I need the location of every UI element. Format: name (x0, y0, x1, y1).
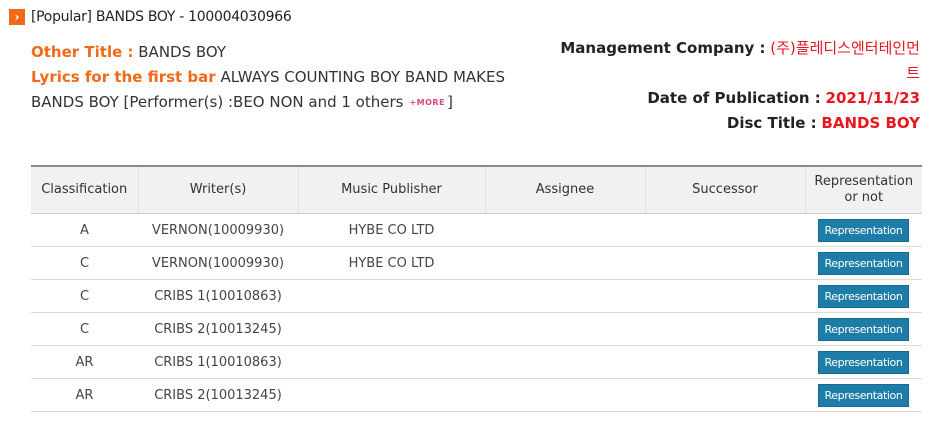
cell-classification: AR (31, 345, 138, 379)
cell-classification: C (31, 279, 138, 313)
cell-publisher (298, 312, 485, 346)
cell-publisher: HYBE CO LTD (298, 213, 485, 247)
header-publisher: Music Publisher (297, 165, 485, 214)
song-info: Other Title : BANDS BOY Lyrics for the f… (31, 40, 536, 115)
cell-representation: Representation (805, 246, 922, 280)
cell-writer: VERNON(10009930) (138, 213, 298, 247)
representation-button[interactable]: Representation (817, 251, 910, 275)
header-assignee: Assignee (484, 165, 645, 214)
cell-successor (645, 213, 805, 247)
more-link[interactable]: +MORE (409, 98, 445, 107)
cell-publisher (298, 279, 485, 313)
table-header-row: Classification Writer(s) Music Publisher… (31, 165, 922, 214)
lyrics-label: Lyrics for the first bar (31, 68, 216, 86)
header-classification: Classification (31, 165, 138, 214)
rights-table: Classification Writer(s) Music Publisher… (31, 165, 922, 412)
cell-successor (645, 312, 805, 346)
cell-writer: CRIBS 2(10013245) (138, 378, 298, 412)
cell-assignee (485, 345, 645, 379)
lyrics-line-2: BANDS BOY [Performer(s) :BEO NON and 1 o… (31, 90, 536, 115)
close-bracket: ] (447, 93, 453, 111)
cell-classification: C (31, 312, 138, 346)
table-row: C CRIBS 2(10013245) Representation (31, 312, 922, 346)
header-representation-line1: Representation (814, 174, 914, 189)
representation-button[interactable]: Representation (817, 350, 910, 374)
lyrics-performer-value: BANDS BOY [Performer(s) :BEO NON and 1 o… (31, 93, 404, 111)
representation-button[interactable]: Representation (817, 218, 910, 242)
cell-writer: VERNON(10009930) (138, 246, 298, 280)
song-title: [Popular] BANDS BOY - 100004030966 (31, 9, 292, 25)
cell-assignee (485, 213, 645, 247)
header-representation-line2: or not (844, 190, 884, 205)
cell-assignee (485, 246, 645, 280)
representation-button[interactable]: Representation (817, 317, 910, 341)
management-label: Management Company : (560, 39, 766, 57)
cell-classification: C (31, 246, 138, 280)
chevron-right-icon: › (9, 9, 25, 25)
cell-successor (645, 345, 805, 379)
cell-writer: CRIBS 1(10010863) (138, 345, 298, 379)
cell-writer: CRIBS 2(10013245) (138, 312, 298, 346)
table-row: C VERNON(10009930) HYBE CO LTD Representati… (31, 246, 922, 280)
song-title-row: › [Popular] BANDS BOY - 100004030966 (9, 9, 292, 25)
cell-classification: A (31, 213, 138, 247)
lyrics-value: ALWAYS COUNTING BOY BAND MAKES (220, 68, 506, 86)
cell-representation: Representation (805, 279, 922, 313)
cell-assignee (485, 312, 645, 346)
disc-label: Disc Title : (726, 114, 817, 132)
header-successor: Successor (644, 165, 805, 214)
representation-button[interactable]: Representation (817, 383, 910, 407)
disc-line: Disc Title : BANDS BOY (520, 111, 920, 136)
table-row: AR CRIBS 1(10010863) Representation (31, 345, 922, 379)
management-value-cont: 트 (906, 64, 920, 82)
other-title-line: Other Title : BANDS BOY (31, 40, 536, 65)
header-writer: Writer(s) (137, 165, 298, 214)
cell-successor (645, 246, 805, 280)
disc-value: BANDS BOY (821, 114, 920, 132)
cell-classification: AR (31, 378, 138, 412)
cell-publisher (298, 345, 485, 379)
representation-button[interactable]: Representation (817, 284, 910, 308)
cell-publisher: HYBE CO LTD (298, 246, 485, 280)
table-row: A VERNON(10009930) HYBE CO LTD Representati… (31, 213, 922, 247)
lyrics-line: Lyrics for the first bar ALWAYS COUNTING… (31, 65, 536, 90)
publication-value: 2021/11/23 (825, 89, 920, 107)
cell-representation: Representation (805, 312, 922, 346)
cell-writer: CRIBS 1(10010863) (138, 279, 298, 313)
other-title-value: BANDS BOY (138, 43, 227, 61)
management-line-2: 트 (520, 61, 920, 86)
publication-line: Date of Publication : 2021/11/23 (520, 86, 920, 111)
other-title-label: Other Title : (31, 43, 134, 61)
cell-publisher (298, 378, 485, 412)
cell-representation: Representation (805, 378, 922, 412)
management-line: Management Company : (주)플레디스엔터테인먼 (520, 36, 920, 61)
song-meta: Management Company : (주)플레디스엔터테인먼 트 Date… (520, 36, 920, 136)
management-value: (주)플레디스엔터테인먼 (770, 39, 920, 57)
cell-successor (645, 279, 805, 313)
cell-assignee (485, 378, 645, 412)
table-row: C CRIBS 1(10010863) Representation (31, 279, 922, 313)
header-representation: Representation or not (804, 165, 922, 214)
publication-label: Date of Publication : (647, 89, 821, 107)
cell-successor (645, 378, 805, 412)
table-row: AR CRIBS 2(10013245) Representation (31, 378, 922, 412)
cell-assignee (485, 279, 645, 313)
cell-representation: Representation (805, 345, 922, 379)
cell-representation: Representation (805, 213, 922, 247)
